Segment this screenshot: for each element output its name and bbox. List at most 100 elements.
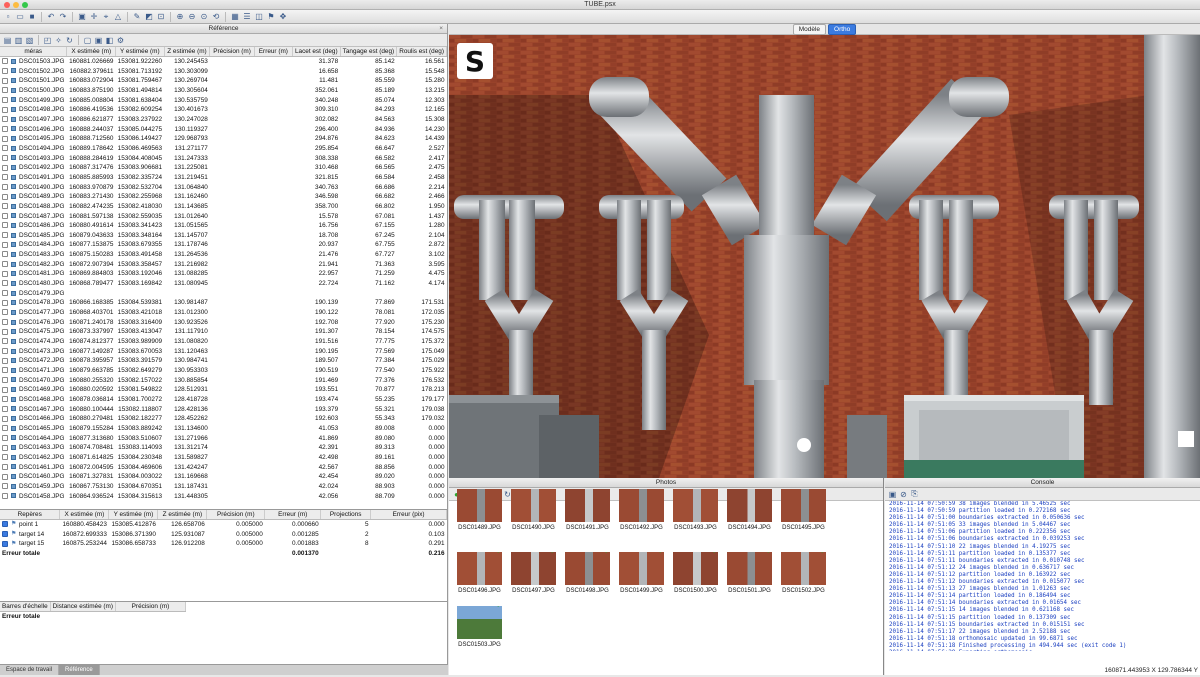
camera-checkbox[interactable]: [2, 405, 8, 412]
camera-row[interactable]: DSC01501.JPG 160883.072904 153081.759467 13…: [0, 76, 447, 86]
photo-thumbnail[interactable]: ✔ DSC01496.JPG: [457, 552, 502, 594]
rotate-icon[interactable]: ⟲: [211, 12, 221, 22]
camera-row[interactable]: DSC01475.JPG 160873.337997 153083.413047 13…: [0, 327, 447, 337]
tab-model[interactable]: Modèle: [792, 23, 827, 35]
export-icon[interactable]: ▥: [14, 36, 23, 45]
camera-checkbox[interactable]: [2, 483, 8, 490]
layers-icon[interactable]: ☰: [242, 12, 252, 22]
draw-icon[interactable]: ✎: [132, 12, 142, 22]
scalebars-table-container[interactable]: Barres d'échelle Distance estimée (m) Préc…: [0, 602, 447, 662]
camera-checkbox[interactable]: [2, 222, 8, 229]
view-source-icon[interactable]: ▢: [83, 36, 92, 45]
camera-checkbox[interactable]: [2, 270, 8, 277]
panel-close-icon[interactable]: ×: [439, 24, 443, 34]
markers-col-header[interactable]: X estimée (m): [59, 510, 110, 520]
markers-col-header[interactable]: Erreur (m): [264, 510, 322, 520]
markers-col-header[interactable]: Repères: [0, 510, 61, 520]
camera-checkbox[interactable]: [2, 154, 8, 161]
camera-checkbox[interactable]: [2, 338, 8, 345]
camera-row[interactable]: DSC01498.JPG 160886.419536 153082.609254 13…: [0, 105, 447, 115]
camera-checkbox[interactable]: [2, 174, 8, 181]
camera-row[interactable]: DSC01473.JPG 160877.149287 153083.670053 13…: [0, 347, 447, 357]
markers-col-header[interactable]: Projections: [320, 510, 372, 520]
camera-checkbox[interactable]: [2, 492, 8, 499]
camera-row[interactable]: DSC01502.JPG 160882.379611 153081.713192 13…: [0, 67, 447, 77]
zoom-in-icon[interactable]: ⊕: [175, 12, 185, 22]
photo-thumbnail[interactable]: ✔ DSC01498.JPG: [565, 552, 610, 594]
photo-thumbnail[interactable]: DSC01490.JPG: [511, 489, 556, 531]
camera-row[interactable]: DSC01487.JPG 160881.597138 153082.559035 13…: [0, 212, 447, 222]
cameras-col-header[interactable]: Y estimée (m): [115, 47, 165, 57]
camera-checkbox[interactable]: [2, 241, 8, 248]
console-output[interactable]: 2016-11-14 07:50:59 38 images blended in…: [889, 501, 1194, 651]
view-errors-icon[interactable]: ◧: [105, 36, 114, 45]
camera-checkbox[interactable]: [2, 212, 8, 219]
save-project-icon[interactable]: ■: [27, 12, 37, 22]
settings-icon[interactable]: ⚙: [116, 36, 125, 45]
open-project-icon[interactable]: ▭: [15, 12, 25, 22]
scalebars-col-header[interactable]: Précision (m): [115, 602, 186, 612]
camera-row[interactable]: DSC01480.JPG 160868.789477 153083.169842 13…: [0, 279, 447, 289]
camera-checkbox[interactable]: [2, 463, 8, 470]
camera-row[interactable]: DSC01483.JPG 160875.150283 153083.491458 13…: [0, 250, 447, 260]
camera-checkbox[interactable]: [2, 77, 8, 84]
cameras-table-container[interactable]: méras X estimée (m) Y estimée (m) Z estimée…: [0, 47, 447, 510]
photo-thumbnail[interactable]: ✔ DSC01499.JPG: [619, 552, 664, 594]
camera-row[interactable]: DSC01494.JPG 160889.178642 153086.469563 13…: [0, 144, 447, 154]
camera-row[interactable]: DSC01481.JPG 160869.884803 153083.192046 13…: [0, 269, 447, 279]
camera-row[interactable]: DSC01496.JPG 160888.244037 153085.044275 13…: [0, 125, 447, 135]
camera-row[interactable]: DSC01500.JPG 160883.875190 153081.494814 13…: [0, 86, 447, 96]
camera-checkbox[interactable]: [2, 386, 8, 393]
photo-thumbnail[interactable]: DSC01493.JPG: [673, 489, 718, 531]
view-estimated-icon[interactable]: ▣: [94, 36, 103, 45]
markers-col-header[interactable]: Y estimée (m): [108, 510, 159, 520]
camera-checkbox[interactable]: [2, 261, 8, 268]
photo-thumbnail[interactable]: ✔ DSC01501.JPG: [727, 552, 772, 594]
camera-checkbox[interactable]: [2, 376, 8, 383]
cameras-col-header[interactable]: méras: [0, 47, 68, 57]
polygon-icon[interactable]: △: [113, 12, 123, 22]
camera-row[interactable]: DSC01484.JPG 160877.153875 153083.679355 13…: [0, 240, 447, 250]
camera-row[interactable]: DSC01479.JPG: [0, 289, 447, 299]
camera-row[interactable]: DSC01477.JPG 160868.403701 153083.421018 13…: [0, 308, 447, 318]
photo-thumbnail[interactable]: DSC01492.JPG: [619, 489, 664, 531]
scalebars-col-header[interactable]: Barres d'échelle: [0, 602, 51, 612]
close-window-button[interactable]: [4, 2, 10, 8]
photo-thumbnail[interactable]: ✔ DSC01500.JPG: [673, 552, 718, 594]
camera-checkbox[interactable]: [2, 164, 8, 171]
camera-row[interactable]: DSC01461.JPG 160872.004595 153084.469606 13…: [0, 463, 447, 473]
camera-checkbox[interactable]: [2, 348, 8, 354]
camera-row[interactable]: DSC01470.JPG 160880.255320 153082.157022 13…: [0, 376, 447, 386]
photo-thumbnail[interactable]: ✔ DSC01502.JPG: [781, 552, 826, 594]
camera-row[interactable]: DSC01503.JPG 160881.026669 153081.922260 13…: [0, 57, 447, 67]
marker-row[interactable]: ⚑ target 14 160872.699333 153086.371390 125.…: [0, 530, 447, 540]
new-project-icon[interactable]: ▫: [3, 12, 13, 22]
camera-row[interactable]: DSC01490.JPG 160883.970879 153082.532704 13…: [0, 183, 447, 193]
camera-checkbox[interactable]: [2, 396, 8, 403]
photo-thumbnail[interactable]: DSC01491.JPG: [565, 489, 610, 531]
camera-checkbox[interactable]: [2, 319, 8, 326]
camera-row[interactable]: DSC01462.JPG 160871.614825 153084.230348 13…: [0, 453, 447, 463]
camera-checkbox[interactable]: [2, 87, 8, 94]
redo-icon[interactable]: ↷: [58, 12, 68, 22]
camera-row[interactable]: DSC01493.JPG 160888.284619 153084.408045 13…: [0, 154, 447, 164]
minimize-window-button[interactable]: [13, 2, 19, 8]
tab-reference[interactable]: Référence: [59, 665, 100, 675]
camera-checkbox[interactable]: [2, 444, 8, 451]
marker-checkbox[interactable]: [2, 530, 8, 537]
patch-icon[interactable]: ◩: [144, 12, 154, 22]
camera-row[interactable]: DSC01472.JPG 160878.395957 153083.391579 13…: [0, 356, 447, 366]
camera-checkbox[interactable]: [2, 116, 8, 123]
camera-row[interactable]: DSC01491.JPG 160885.885993 153082.335724 13…: [0, 173, 447, 183]
photo-thumbnail[interactable]: DSC01495.JPG: [781, 489, 826, 531]
ruler-icon[interactable]: ⌖: [101, 12, 111, 22]
import-icon[interactable]: ▤: [3, 36, 12, 45]
save-log-icon[interactable]: ▣: [888, 490, 897, 499]
camera-row[interactable]: DSC01468.JPG 160878.036814 153081.700272 12…: [0, 395, 447, 405]
camera-row[interactable]: DSC01488.JPG 160882.474235 153082.418030 13…: [0, 202, 447, 212]
move-icon[interactable]: ✛: [89, 12, 99, 22]
camera-row[interactable]: DSC01460.JPG 160871.327831 153084.003022 13…: [0, 472, 447, 482]
camera-checkbox[interactable]: [2, 290, 8, 297]
clear-log-icon[interactable]: ⊘: [899, 490, 908, 499]
markers-col-header[interactable]: Erreur (pix): [370, 510, 447, 520]
